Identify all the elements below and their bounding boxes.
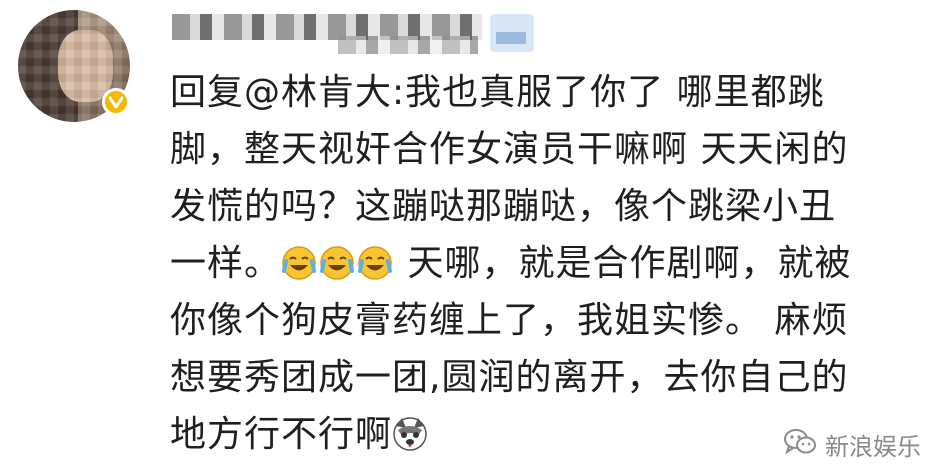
laugh-cry-icon bbox=[319, 241, 355, 280]
comment-screenshot: 回复@林肯大:我也真服了你了 哪里都跳 脚，整天视奸合作女演员干嘛啊 天天闲的 … bbox=[0, 0, 937, 474]
reply-prefix: 回复 bbox=[170, 72, 245, 113]
wechat-icon bbox=[783, 428, 817, 462]
comment-line: 发慌的吗？这蹦哒那蹦哒，像个跳梁小丑 bbox=[170, 186, 837, 227]
user-tag-blurred bbox=[490, 14, 534, 52]
laugh-cry-icon bbox=[357, 241, 393, 280]
comment-line: 回复@林肯大:我也真服了你了 哪里都跳 bbox=[170, 64, 910, 121]
user-subtitle-blurred bbox=[338, 36, 478, 54]
comment-text: 天哪，就是合作剧啊，就被 bbox=[395, 243, 852, 284]
laugh-cry-icon bbox=[281, 241, 317, 280]
comment-text: 地方行不行啊 bbox=[170, 414, 393, 455]
comment-text: 一样。 bbox=[170, 243, 282, 284]
mention-link[interactable]: @林肯大 bbox=[244, 72, 392, 113]
comment-body: 回复@林肯大:我也真服了你了 哪里都跳 脚，整天视奸合作女演员干嘛啊 天天闲的 … bbox=[170, 64, 910, 463]
verified-badge-icon bbox=[102, 88, 130, 116]
comment-line: 你像个狗皮膏药缠上了，我姐实惨。 麻烦 bbox=[170, 300, 849, 341]
comment-line: 想要秀团成一团,圆润的离开，去你自己的 bbox=[170, 357, 849, 398]
watermark: 新浪娱乐 bbox=[783, 427, 921, 462]
watermark-label: 新浪娱乐 bbox=[825, 433, 921, 461]
comment-line: 一样。 天哪，就是合作剧啊，就被 bbox=[170, 235, 910, 292]
comment-text: :我也真服了你了 哪里都跳 bbox=[392, 72, 825, 113]
husky-face-icon bbox=[392, 412, 428, 451]
comment-line: 脚，整天视奸合作女演员干嘛啊 天天闲的 bbox=[170, 129, 849, 170]
